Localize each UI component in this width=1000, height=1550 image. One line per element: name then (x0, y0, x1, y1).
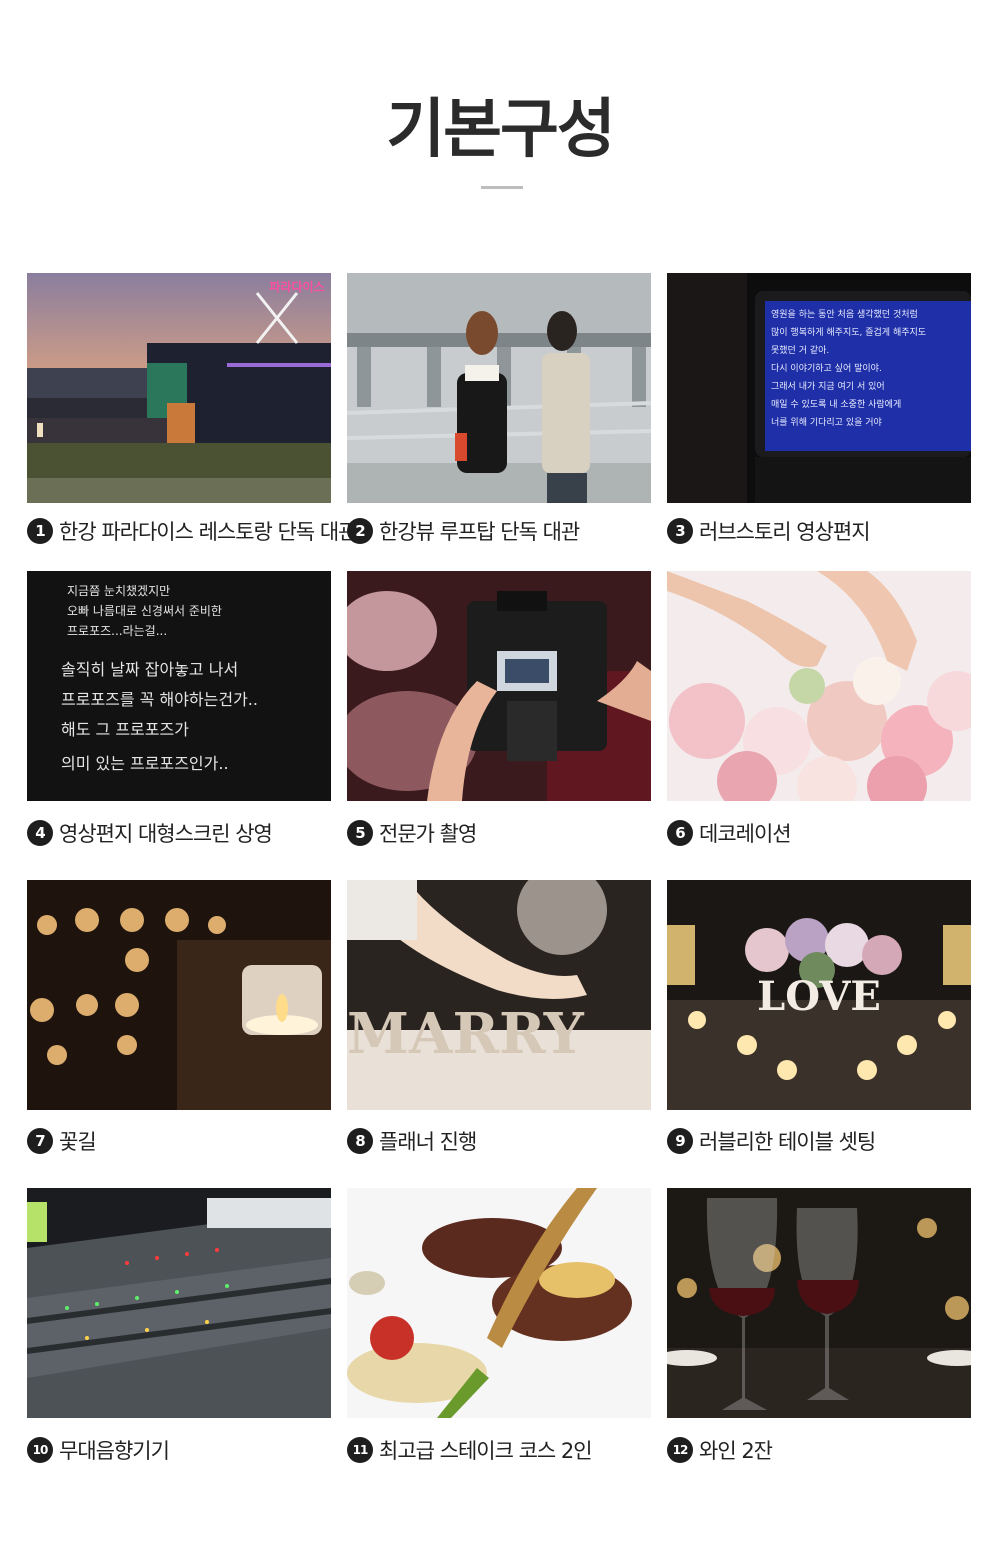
letter-line: 매일 수 있도록 내 소중한 사람에게 (771, 398, 901, 410)
number-badge: 1 (27, 518, 53, 544)
number-badge: 6 (667, 820, 693, 846)
item-caption-3: 3 러브스토리 영상편지 (667, 516, 987, 546)
item-caption-9: 9 러블리한 테이블 셋팅 (667, 1126, 987, 1156)
number-badge: 7 (27, 1128, 53, 1154)
item-caption-6: 6 데코레이션 (667, 818, 987, 848)
chalk-line: 프로포즈...라는걸... (67, 624, 167, 638)
chalk-line: 솔직히 날짜 잡아놓고 나서 (61, 660, 238, 679)
item-label: 꽃길 (59, 1130, 97, 1154)
item-label: 플래너 진행 (379, 1130, 477, 1154)
number-badge: 9 (667, 1128, 693, 1154)
item-caption-2: 2 한강뷰 루프탑 단독 대관 (347, 516, 667, 546)
number-badge: 12 (667, 1437, 693, 1463)
photo-mixing-console (27, 1188, 331, 1418)
item-label: 전문가 촬영 (379, 822, 477, 846)
photo-restaurant-night: 파라다이스 (27, 273, 331, 503)
letter-line: 영원을 하는 동안 처음 생각했던 것처럼 (771, 308, 918, 320)
letter-line: 그래서 내가 지금 여기 서 있어 (771, 380, 885, 392)
number-badge: 5 (347, 820, 373, 846)
photo-camera-filming (347, 571, 651, 801)
chalk-line: 의미 있는 프로포즈인가.. (61, 754, 229, 773)
letter-line: 못했던 거 같아. (771, 344, 829, 356)
item-label: 무대음향기기 (59, 1439, 170, 1463)
chalk-line: 지금쯤 눈치챘겠지만 (67, 584, 170, 598)
item-caption-4: 4 영상편지 대형스크린 상영 (27, 818, 347, 848)
item-label: 러블리한 테이블 셋팅 (699, 1130, 876, 1154)
title-divider (481, 186, 523, 189)
number-badge: 2 (347, 518, 373, 544)
item-caption-1: 1 한강 파라다이스 레스토랑 단독 대관 (27, 516, 357, 546)
photo-marry-letters: MARRY (347, 880, 651, 1110)
number-badge: 10 (27, 1437, 53, 1463)
item-label: 최고급 스테이크 코스 2인 (379, 1439, 593, 1463)
item-label: 한강뷰 루프탑 단독 대관 (379, 520, 580, 544)
letter-line: 많이 행복하게 해주지도, 즐겁게 해주지도 (771, 326, 926, 338)
sign-text: 파라다이스 (269, 279, 324, 294)
chalk-line: 해도 그 프로포즈가 (61, 720, 189, 739)
photo-chalk-message: 지금쯤 눈치챘겠지만 오빠 나름대로 신경써서 준비한 프로포즈...라는걸..… (27, 571, 331, 801)
letter-line: 너를 위해 기다리고 있을 거야 (771, 416, 882, 428)
photo-flower-decoration (667, 571, 971, 801)
item-caption-12: 12 와인 2잔 (667, 1435, 987, 1465)
number-badge: 4 (27, 820, 53, 846)
page-title: 기본구성 (386, 93, 616, 167)
item-caption-5: 5 전문가 촬영 (347, 818, 667, 848)
item-caption-7: 7 꽃길 (27, 1126, 347, 1156)
number-badge: 3 (667, 518, 693, 544)
item-caption-8: 8 플래너 진행 (347, 1126, 667, 1156)
photo-steak-course (347, 1188, 651, 1418)
number-badge: 8 (347, 1128, 373, 1154)
item-label: 와인 2잔 (699, 1439, 773, 1463)
item-label: 한강 파라다이스 레스토랑 단독 대관 (59, 520, 357, 544)
chalk-line: 오빠 나름대로 신경써서 준비한 (67, 604, 222, 618)
item-caption-11: 11 최고급 스테이크 코스 2인 (347, 1435, 667, 1465)
letter-line: 다시 이야기하고 싶어 말이야. (771, 362, 882, 374)
photo-candle-path (27, 880, 331, 1110)
chalk-line: 프로포즈를 꼭 해야하는건가.. (61, 690, 258, 709)
item-label: 러브스토리 영상편지 (699, 520, 871, 544)
number-badge: 11 (347, 1437, 373, 1463)
item-label: 데코레이션 (699, 822, 792, 846)
marry-letters: MARRY (347, 1001, 585, 1067)
photo-table-setting: LOVE (667, 880, 971, 1110)
love-letters: LOVE (757, 973, 881, 1020)
photo-wine-glasses (667, 1188, 971, 1418)
item-caption-10: 10 무대음향기기 (27, 1435, 347, 1465)
item-label: 영상편지 대형스크린 상영 (59, 822, 273, 846)
photo-couple-bridge (347, 273, 651, 503)
photo-love-letter-screen: 영원을 하는 동안 처음 생각했던 것처럼 많이 행복하게 해주지도, 즐겁게 … (667, 273, 971, 503)
